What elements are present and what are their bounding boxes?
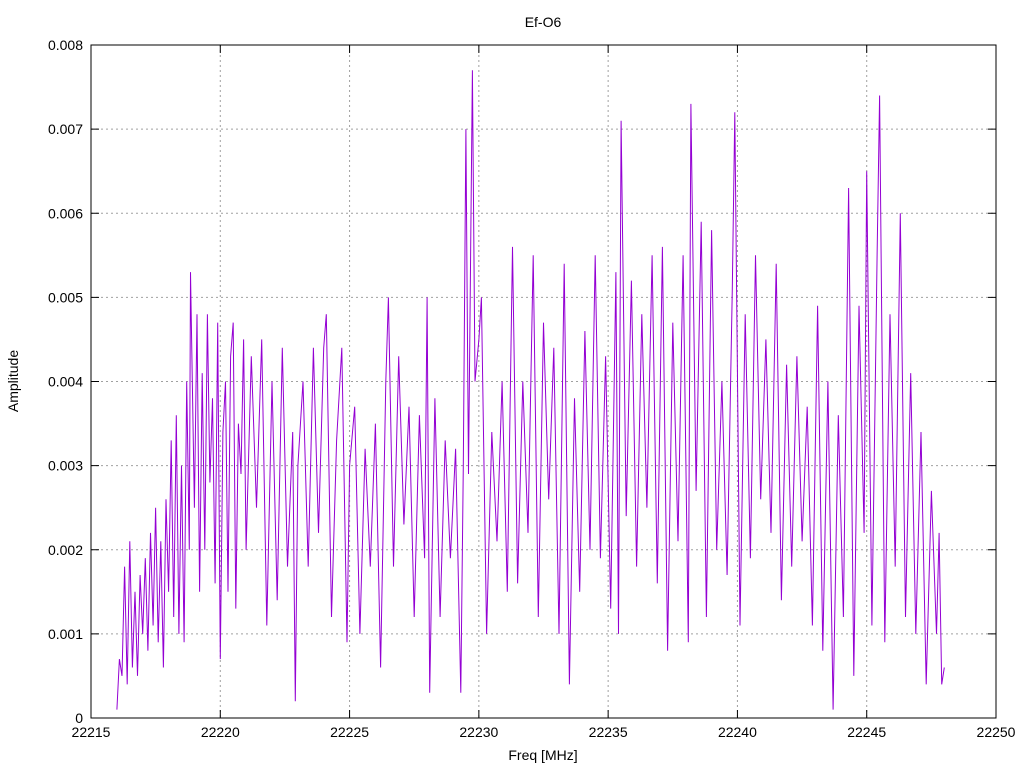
x-tick-label: 22215 bbox=[72, 724, 111, 740]
line-chart: 22215 22220 22225 22230 22235 22240 22245 22250… bbox=[5, 14, 1016, 763]
x-tick-label: 22235 bbox=[589, 724, 628, 740]
x-tick-label: 22220 bbox=[201, 724, 240, 740]
y-axis-label: Amplitude bbox=[5, 350, 21, 412]
x-tick-label: 22240 bbox=[718, 724, 757, 740]
series-line bbox=[116, 70, 945, 710]
y-tick-label: 0.003 bbox=[48, 458, 83, 474]
y-tick-label: 0.006 bbox=[48, 205, 83, 221]
x-tick-label: 22250 bbox=[977, 724, 1016, 740]
y-tick-label: 0.007 bbox=[48, 121, 83, 137]
y-tick-label: 0.004 bbox=[48, 374, 83, 390]
axes-layer: 22215 22220 22225 22230 22235 22240 22245 22250… bbox=[48, 37, 1016, 740]
chart-title: Ef-O6 bbox=[525, 14, 562, 30]
x-tick-label: 22245 bbox=[847, 724, 886, 740]
y-tick-label: 0.005 bbox=[48, 289, 83, 305]
y-tick-label: 0.008 bbox=[48, 37, 83, 53]
data-layer bbox=[116, 70, 945, 710]
x-tick-label: 22230 bbox=[459, 724, 498, 740]
chart-container: 22215 22220 22225 22230 22235 22240 22245 22250… bbox=[0, 0, 1024, 768]
x-tick-label: 22225 bbox=[330, 724, 369, 740]
x-axis-label: Freq [MHz] bbox=[508, 747, 577, 763]
y-tick-label: 0.001 bbox=[48, 626, 83, 642]
y-tick-label: 0 bbox=[75, 710, 83, 726]
y-tick-label: 0.002 bbox=[48, 542, 83, 558]
